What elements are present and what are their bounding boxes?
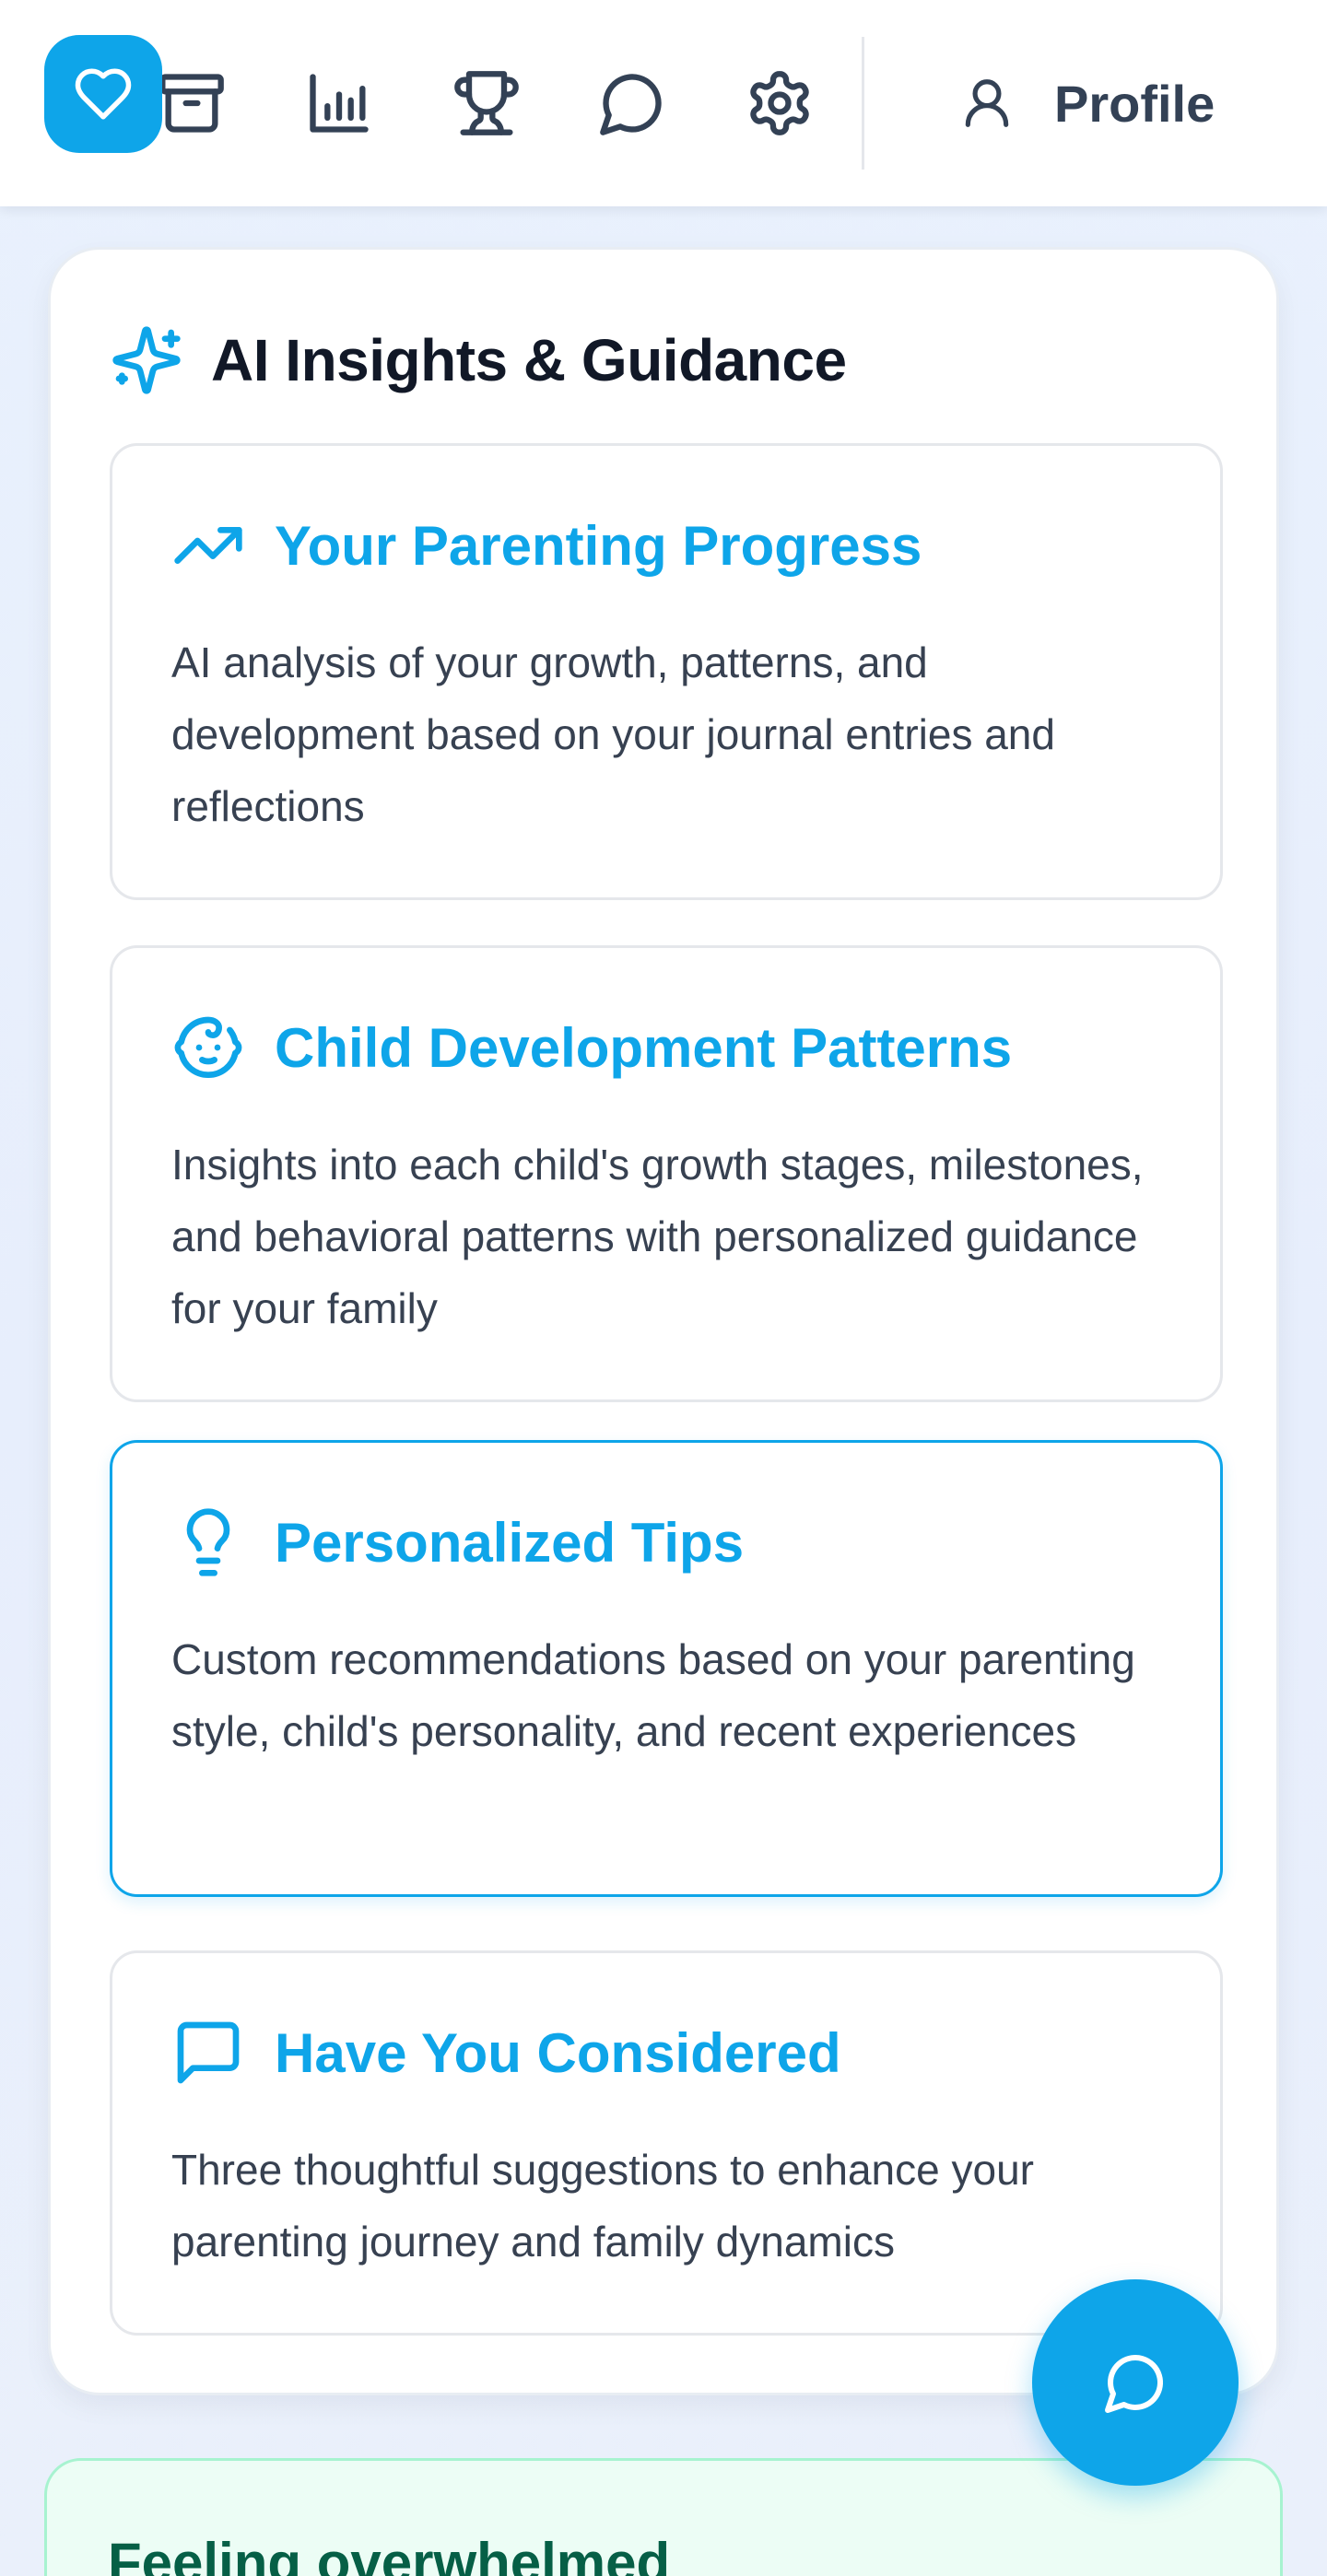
- insights-title: AI Insights & Guidance: [211, 327, 847, 393]
- bar-chart-icon: [310, 74, 369, 133]
- insight-description: Three thoughtful suggestions to enhance …: [171, 2146, 1034, 2266]
- heart-icon: [75, 68, 132, 120]
- sparkles-icon: [112, 326, 181, 394]
- gear-icon: [750, 71, 809, 135]
- trophy-icon: [454, 71, 519, 135]
- nav-stats-button[interactable]: [293, 57, 385, 149]
- user-icon: [965, 79, 1009, 127]
- support-title: Feeling overwhelmed: [108, 2532, 671, 2576]
- insight-parenting-progress[interactable]: Your Parenting Progress AI analysis of y…: [110, 443, 1223, 900]
- insight-header: Child Development Patterns: [171, 1011, 1012, 1084]
- chat-icon: [1105, 2354, 1164, 2413]
- chat-fab-button[interactable]: [1032, 2279, 1239, 2486]
- ai-insights-card: AI Insights & Guidance Your Parenting Pr…: [48, 247, 1279, 2395]
- nav-settings-button[interactable]: [734, 57, 826, 149]
- profile-button[interactable]: Profile: [958, 57, 1215, 149]
- message-square-icon: [177, 2021, 240, 2084]
- insight-personalized-tips[interactable]: Personalized Tips Custom recommendations…: [110, 1440, 1223, 1897]
- insight-description: Insights into each child's growth stages…: [171, 1141, 1144, 1332]
- message-circle-icon: [600, 74, 662, 135]
- archive-icon: [159, 74, 224, 133]
- insight-title: Your Parenting Progress: [275, 514, 922, 577]
- trending-up-icon: [174, 527, 242, 564]
- insight-header: Your Parenting Progress: [171, 509, 922, 582]
- insight-have-you-considered[interactable]: Have You Considered Three thoughtful sug…: [110, 1950, 1223, 2336]
- insight-title: Child Development Patterns: [275, 1016, 1013, 1079]
- baby-face-icon: [174, 1016, 242, 1079]
- nav-divider: [862, 37, 864, 170]
- insights-header: AI Insights & Guidance: [110, 323, 847, 397]
- insight-description: AI analysis of your growth, patterns, an…: [171, 638, 1055, 830]
- insight-title: Have You Considered: [275, 2021, 841, 2084]
- insight-child-development[interactable]: Child Development Patterns Insights into…: [110, 945, 1223, 1402]
- insight-title: Personalized Tips: [275, 1511, 745, 1574]
- top-navigation: Profile: [0, 0, 1327, 206]
- insight-header: Personalized Tips: [171, 1505, 744, 1579]
- insight-description: Custom recommendations based on your par…: [171, 1635, 1135, 1755]
- profile-label: Profile: [1054, 74, 1215, 133]
- nav-home-button[interactable]: [44, 35, 162, 153]
- insight-header: Have You Considered: [171, 2016, 841, 2090]
- nav-messages-button[interactable]: [586, 57, 678, 149]
- nav-achievements-button[interactable]: [440, 57, 533, 149]
- lightbulb-icon: [186, 1508, 230, 1576]
